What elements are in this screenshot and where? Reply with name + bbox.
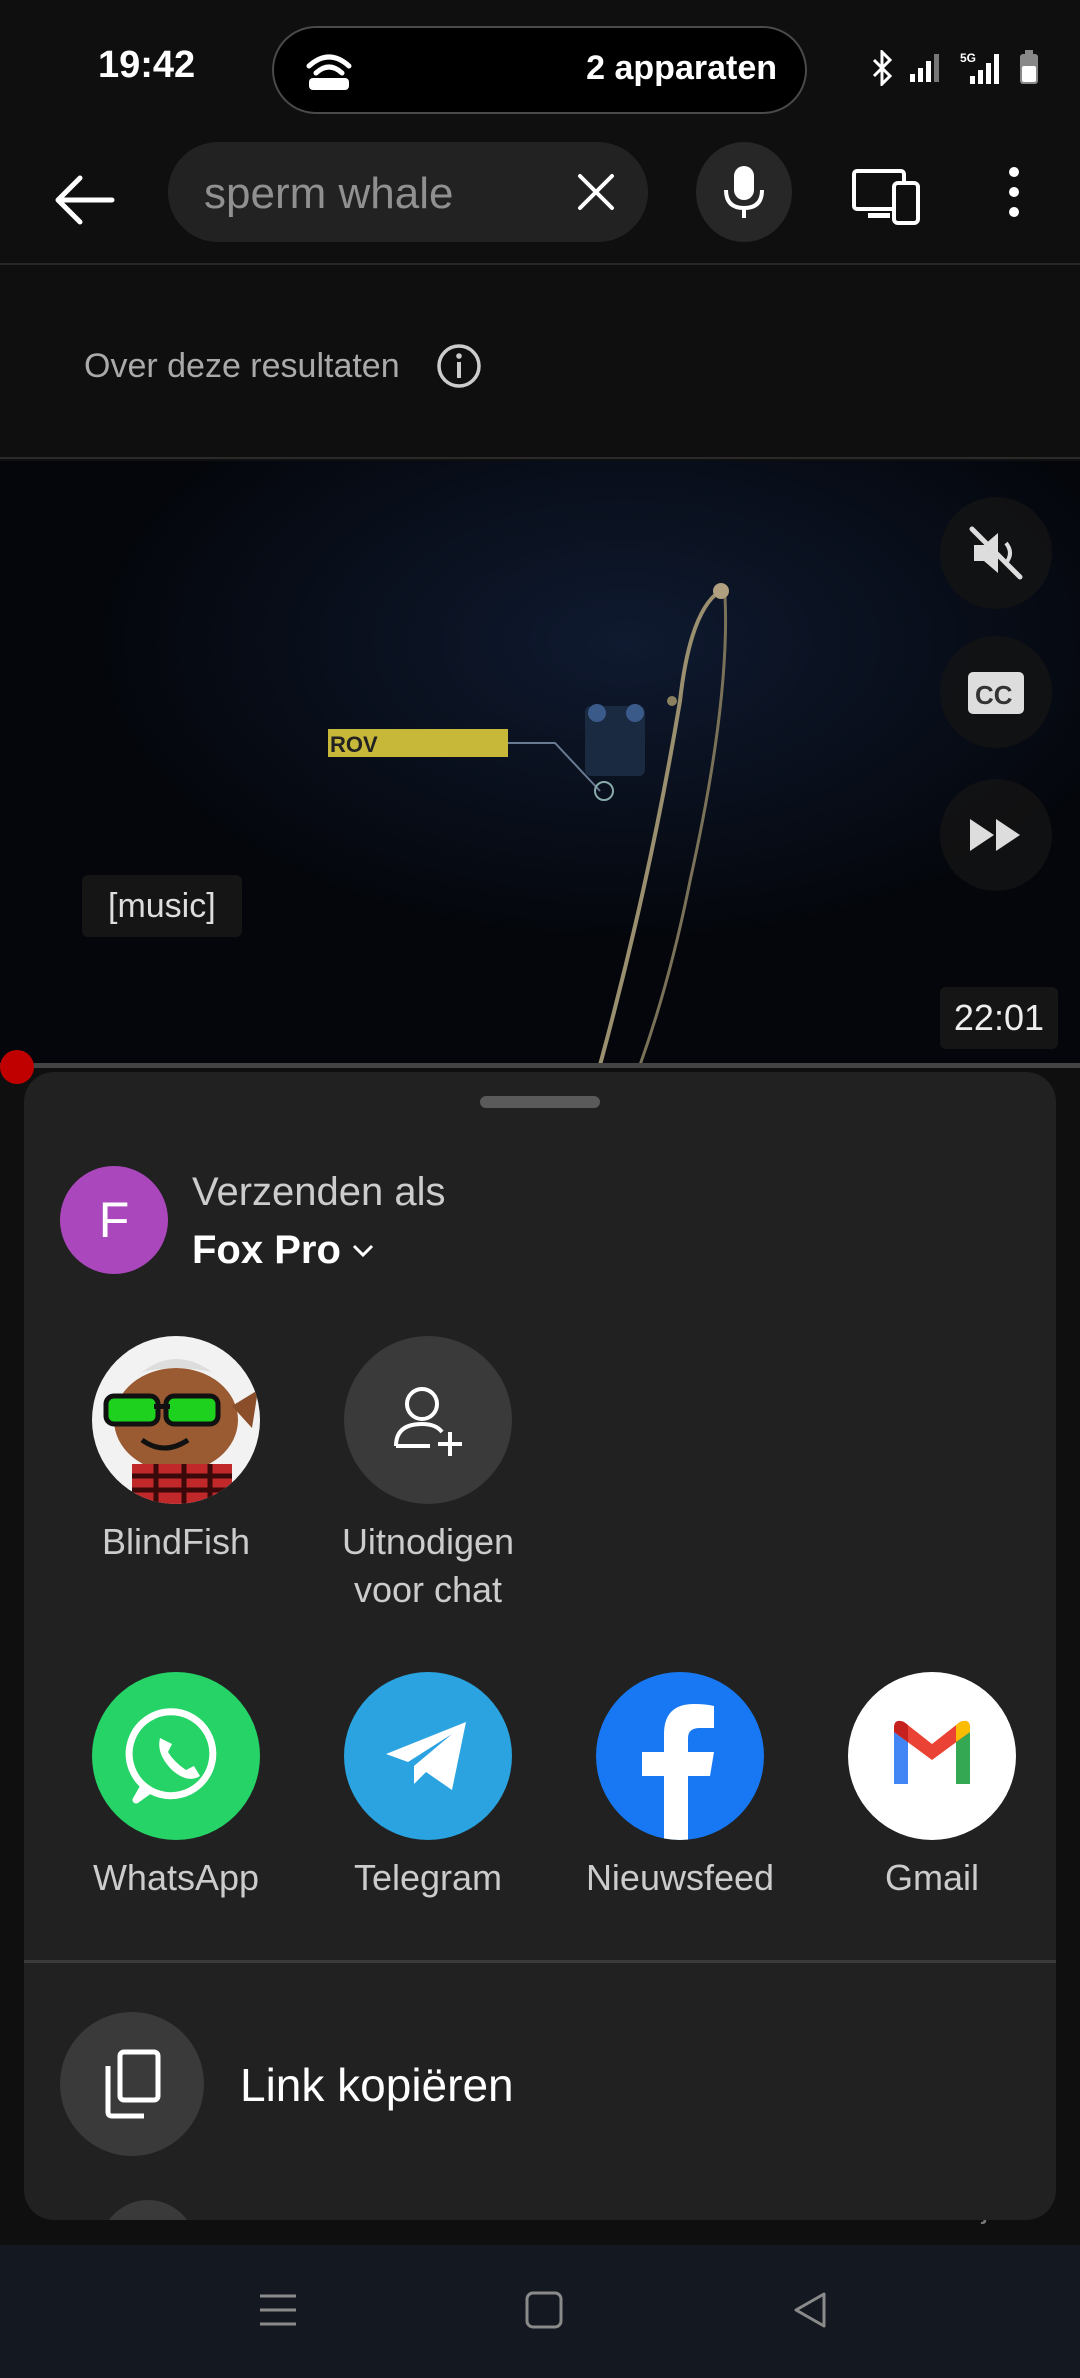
back-icon[interactable] [790,2290,830,2330]
copy-icon-circle [60,2012,204,2156]
recent-apps-icon[interactable] [258,2290,298,2330]
send-as-label: Verzenden als [192,1170,446,1214]
battery-icon [1020,50,1038,84]
search-input[interactable]: sperm whale [168,142,648,242]
home-icon[interactable] [524,2290,564,2330]
fast-forward-icon [970,819,1020,851]
share-facebook[interactable]: Nieuwsfeed [570,1672,790,1902]
voice-search-button[interactable] [696,142,792,242]
share-sheet: F Verzenden als Fox Pro BlindFish Uitnod… [24,1072,1056,2220]
about-results-label: Over deze resultaten [84,347,400,385]
mute-button[interactable] [940,497,1052,609]
clear-icon[interactable] [574,170,618,214]
facebook-icon [642,1704,714,1840]
more-options-icon[interactable] [1000,162,1028,222]
app-label-facebook: Nieuwsfeed [585,1857,775,1898]
captions-button[interactable]: CC [940,636,1052,748]
video-frame: ROV [0,461,1080,1065]
sheet-drag-handle[interactable] [480,1096,600,1108]
video-progress-scrubber[interactable] [0,1050,34,1084]
bluetooth-icon [872,50,893,86]
add-person-icon [394,1387,462,1456]
status-bar: 19:42 2 apparaten 5G [0,0,1080,135]
signal-icon [910,54,939,82]
invite-label: Uitnodigen voor chat [341,1521,515,1610]
facebook-circle [596,1672,764,1840]
cast-devices-icon[interactable] [850,165,922,225]
invite-circle [344,1336,512,1504]
video-player[interactable]: ROV CC [music] 22:01 [0,461,1080,1065]
volume-muted-icon [969,526,1023,580]
gmail-icon [894,1720,970,1784]
system-icons: 5G [872,48,1040,88]
next-option-peek[interactable] [100,2200,196,2220]
share-whatsapp[interactable]: WhatsApp [66,1672,286,1902]
rov-tag: ROV [330,732,378,757]
about-results-row[interactable]: Over deze resultaten [0,267,1080,459]
app-label-telegram: Telegram [353,1857,503,1898]
info-icon[interactable] [436,343,482,389]
fish-avatar-image [103,1359,258,1504]
copy-icon [105,2049,161,2119]
closed-captions-icon: CC [968,672,1024,714]
svg-text:CC: CC [975,680,1013,710]
account-avatar: F [60,1166,168,1274]
telegram-icon [386,1722,466,1790]
telegram-circle [344,1672,512,1840]
contact-label-blindfish: BlindFish [101,1521,251,1562]
fast-forward-button[interactable] [940,779,1052,891]
gmail-circle [848,1672,1016,1840]
chevron-down-icon [352,1244,373,1257]
devices-count-label: 2 apparaten [586,49,777,87]
account-name: Fox Pro [192,1228,341,1272]
invite-to-chat[interactable]: Uitnodigen voor chat [318,1336,538,1614]
status-time: 19:42 [98,44,196,86]
microphone-icon [724,166,764,218]
blindfish-avatar [92,1336,260,1504]
app-label-whatsapp: WhatsApp [92,1857,260,1898]
back-arrow-icon[interactable] [50,170,118,230]
whatsapp-circle [92,1672,260,1840]
sheet-divider [24,1960,1056,1963]
app-label-gmail: Gmail [884,1857,979,1898]
video-duration-badge: 22:01 [939,987,1058,1049]
video-caption-text: [music] [82,875,242,937]
copy-link-button[interactable]: Link kopiëren [60,2012,1020,2156]
account-selector[interactable]: Fox Pro [192,1228,375,1273]
copy-link-label: Link kopiëren [240,2059,514,2111]
contact-blindfish[interactable]: BlindFish [66,1336,286,1566]
video-progress-track[interactable] [0,1063,1080,1068]
system-navigation-bar [0,2245,1080,2378]
connected-devices-pill[interactable]: 2 apparaten [272,26,807,114]
wifi-hotspot-icon [306,54,352,90]
search-query-text: sperm whale [204,169,454,218]
whatsapp-icon [125,1708,217,1804]
search-header: sperm whale [0,140,1080,265]
signal-5g-icon: 5G [960,51,999,84]
share-gmail[interactable]: Gmail [822,1672,1042,1902]
svg-text:5G: 5G [960,51,976,65]
share-telegram[interactable]: Telegram [318,1672,538,1902]
